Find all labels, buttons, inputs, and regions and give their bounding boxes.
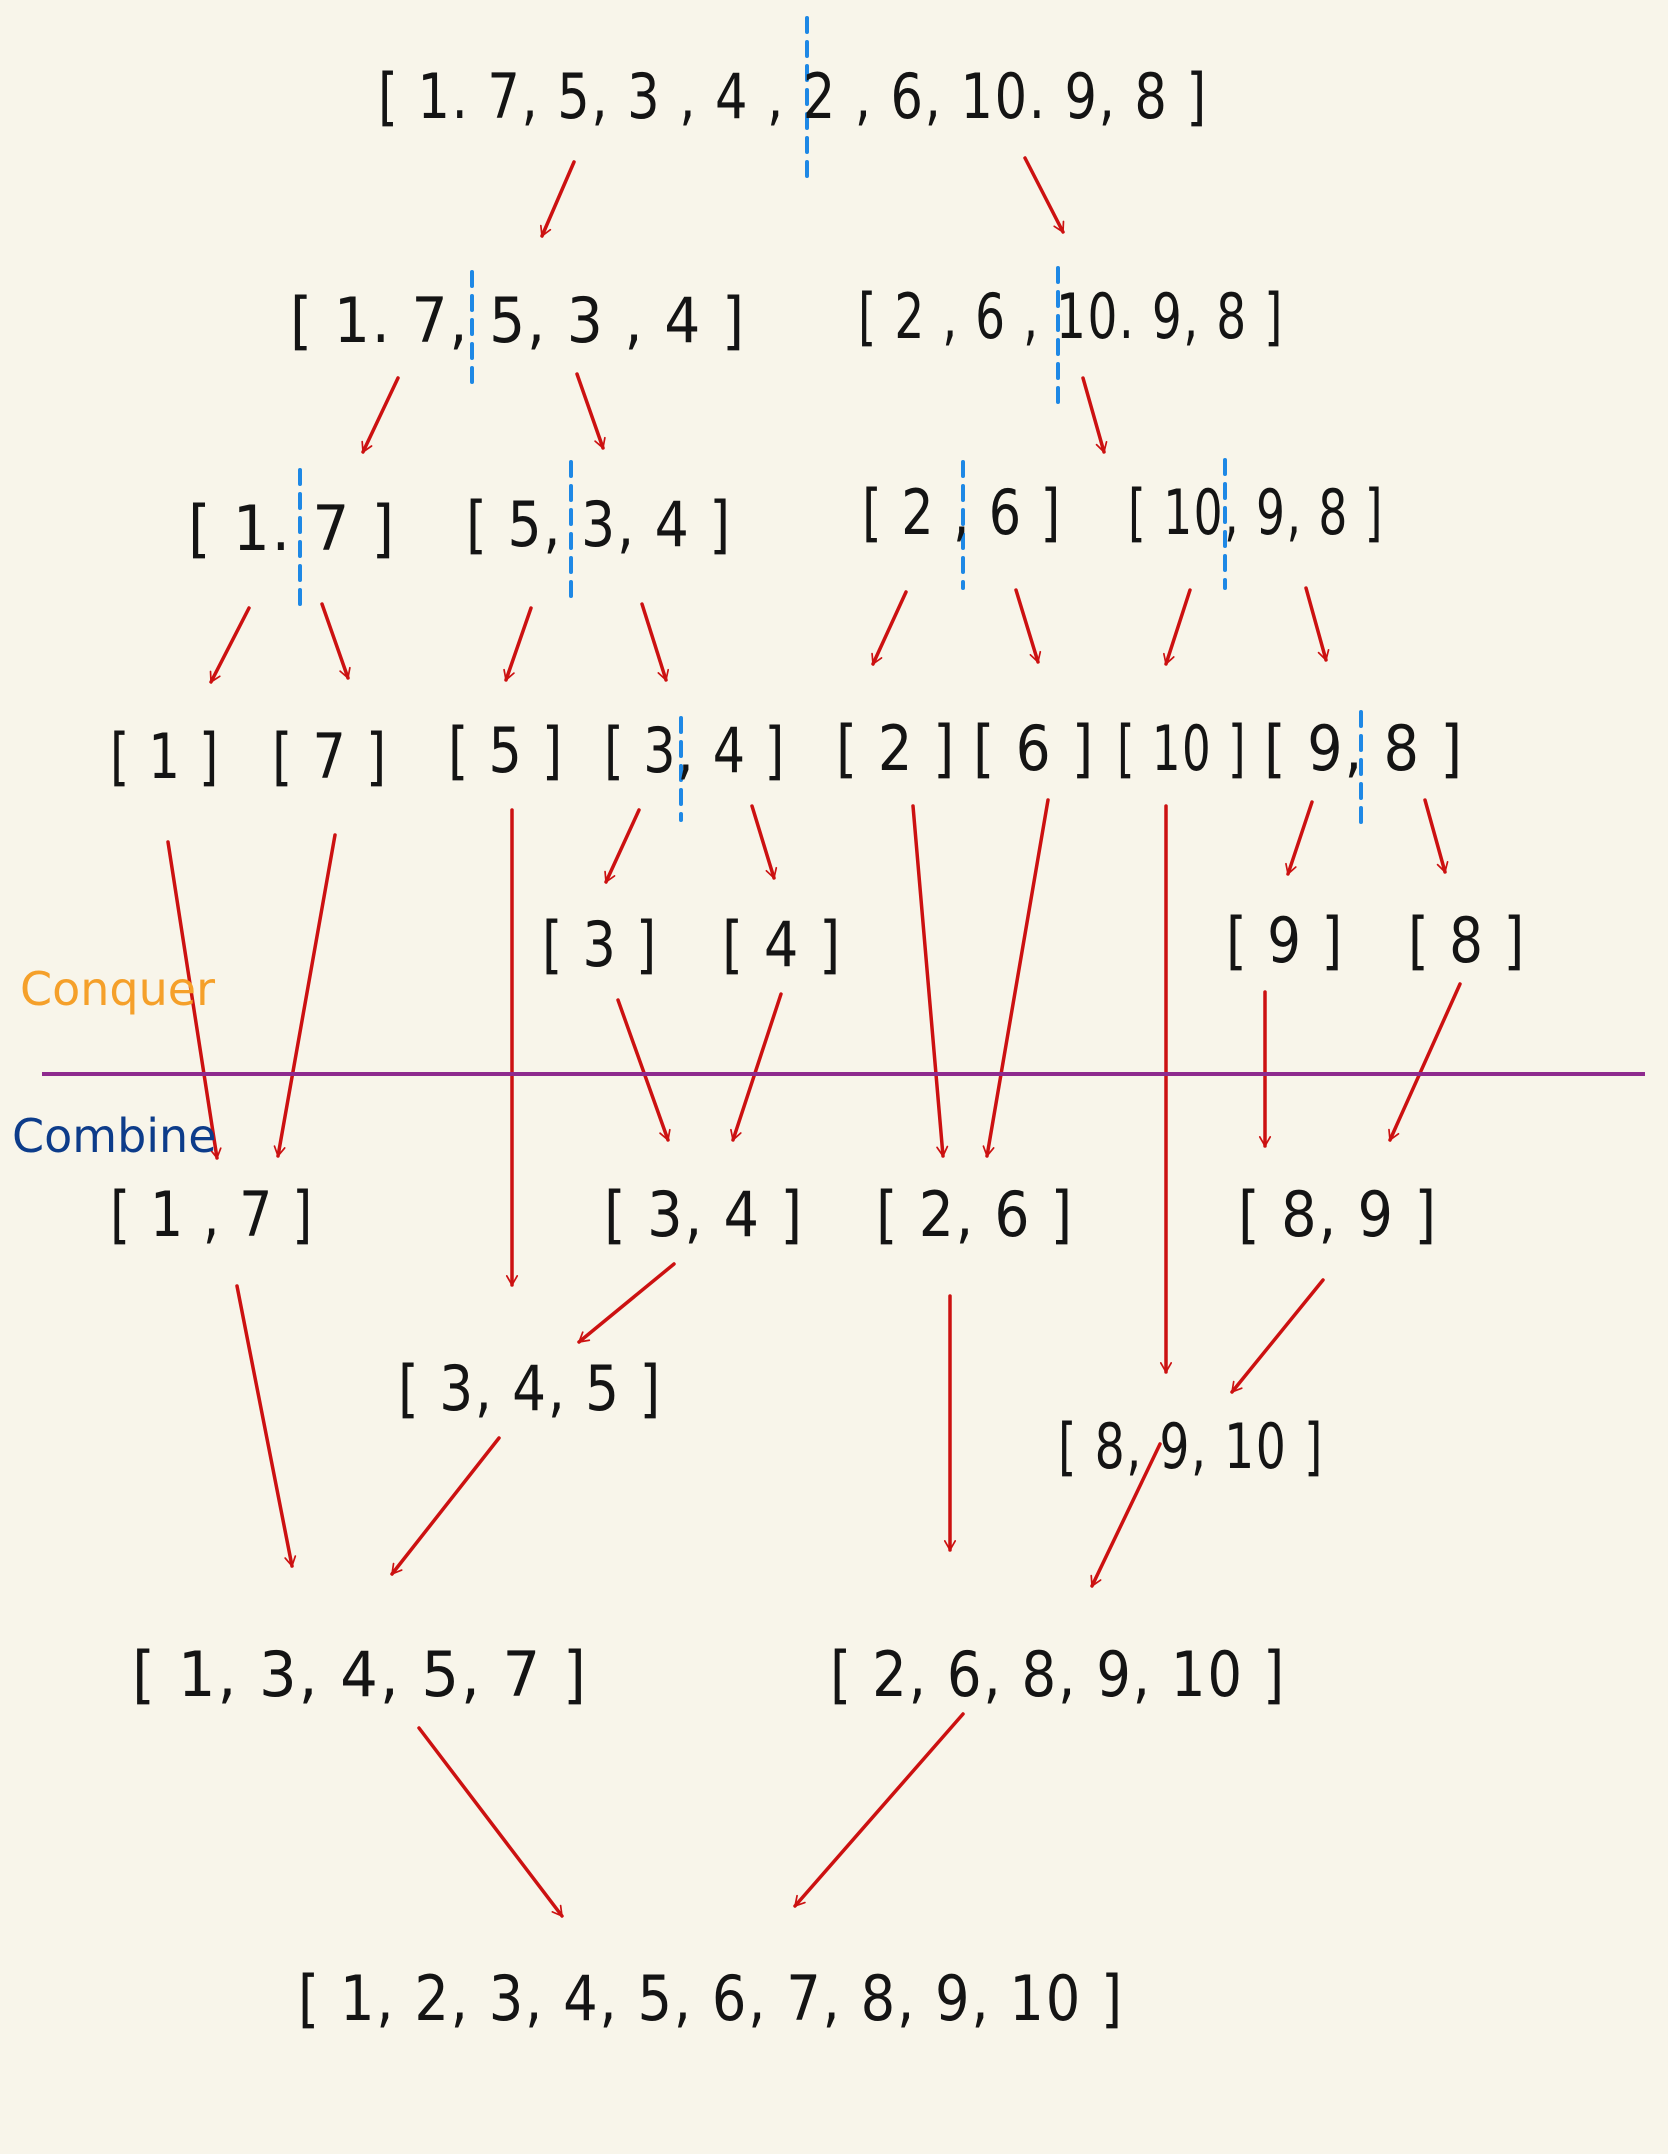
divide-arrow bbox=[604, 808, 641, 884]
divide-arrow bbox=[503, 606, 533, 682]
array-node: [ 3, 4 ] bbox=[604, 714, 786, 787]
combine-arrow bbox=[793, 1712, 965, 1908]
array-node: [ 6 ] bbox=[973, 712, 1095, 785]
array-node: [ 2 ] bbox=[836, 712, 956, 785]
array-node: [ 3, 4, 5 ] bbox=[398, 1352, 662, 1425]
array-node: [ 1. 7, 5, 3 , 4 ] bbox=[290, 284, 746, 357]
array-node: [ 2 , 6 ] bbox=[862, 476, 1062, 549]
array-nodes: [ 1. 7, 5, 3 , 4 , 2 , 6, 10. 9, 8 ] [ 1… bbox=[110, 60, 1526, 2035]
divide-arrow bbox=[640, 602, 670, 682]
combine-arrow bbox=[982, 798, 1050, 1158]
array-node: [ 2, 6, 8, 9, 10 ] bbox=[830, 1638, 1286, 1711]
split-markers bbox=[298, 16, 1363, 830]
array-node: [ 8, 9, 10 ] bbox=[1058, 1410, 1324, 1483]
divide-arrow bbox=[1285, 800, 1314, 876]
divide-arrow bbox=[1081, 376, 1108, 454]
array-node: [ 4 ] bbox=[722, 908, 842, 981]
divide-arrow bbox=[539, 160, 576, 238]
combine-arrow bbox=[730, 992, 783, 1142]
divide-arrow bbox=[1014, 588, 1042, 664]
combine-arrow bbox=[577, 1262, 676, 1344]
combine-arrow bbox=[616, 998, 671, 1142]
combine-arrow bbox=[417, 1726, 564, 1918]
divide-arrow bbox=[750, 804, 778, 880]
array-node: [ 1. 7 ] bbox=[188, 492, 396, 565]
combine-arrow bbox=[1388, 982, 1462, 1142]
divide-arrow bbox=[1423, 798, 1449, 874]
array-node: [ 3 ] bbox=[542, 908, 658, 981]
array-node: [ 7 ] bbox=[272, 720, 388, 793]
array-node: [ 2 , 6 , 10. 9, 8 ] bbox=[858, 280, 1284, 353]
array-node: [ 9 ] bbox=[1226, 904, 1344, 977]
merge-sort-diagram: Conquer Combine [ 1. 7, 5, 3 , 4 , 2 , 6… bbox=[12, 16, 1645, 2035]
divide-arrow bbox=[361, 376, 400, 454]
conquer-label: Conquer bbox=[20, 962, 215, 1016]
array-node: [ 2, 6 ] bbox=[876, 1178, 1074, 1251]
combine-arrow bbox=[235, 1284, 297, 1568]
divide-arrow bbox=[575, 372, 606, 450]
divide-arrow bbox=[871, 590, 908, 666]
array-node: [ 1, 3, 4, 5, 7 ] bbox=[132, 1638, 588, 1711]
divide-arrow bbox=[320, 602, 351, 680]
array-node: [ 1 , 7 ] bbox=[110, 1178, 314, 1251]
divide-arrow bbox=[1304, 586, 1330, 662]
divide-arrow bbox=[1023, 156, 1065, 234]
array-node: [ 5, 3, 4 ] bbox=[466, 488, 732, 561]
array-node: [ 9, 8 ] bbox=[1264, 712, 1464, 785]
divide-arrow bbox=[1163, 588, 1192, 666]
combine-arrow bbox=[1230, 1278, 1325, 1394]
combine-label: Combine bbox=[12, 1109, 217, 1163]
array-node: [ 10 ] bbox=[1117, 712, 1247, 785]
divide-arrow bbox=[209, 606, 251, 684]
array-node: [ 5 ] bbox=[448, 714, 564, 787]
array-node: [ 3, 4 ] bbox=[604, 1178, 804, 1251]
array-node: [ 10, 9, 8 ] bbox=[1128, 476, 1384, 549]
combine-arrow bbox=[911, 804, 949, 1158]
array-node: [ 8 ] bbox=[1408, 904, 1526, 977]
array-node: [ 1, 2, 3, 4, 5, 6, 7, 8, 9, 10 ] bbox=[298, 1962, 1124, 2035]
array-node: [ 1. 7, 5, 3 , 4 , 2 , 6, 10. 9, 8 ] bbox=[378, 60, 1208, 133]
combine-arrow bbox=[273, 833, 337, 1158]
combine-arrow bbox=[390, 1436, 501, 1576]
array-node: [ 8, 9 ] bbox=[1238, 1178, 1438, 1251]
array-node: [ 1 ] bbox=[110, 720, 220, 793]
